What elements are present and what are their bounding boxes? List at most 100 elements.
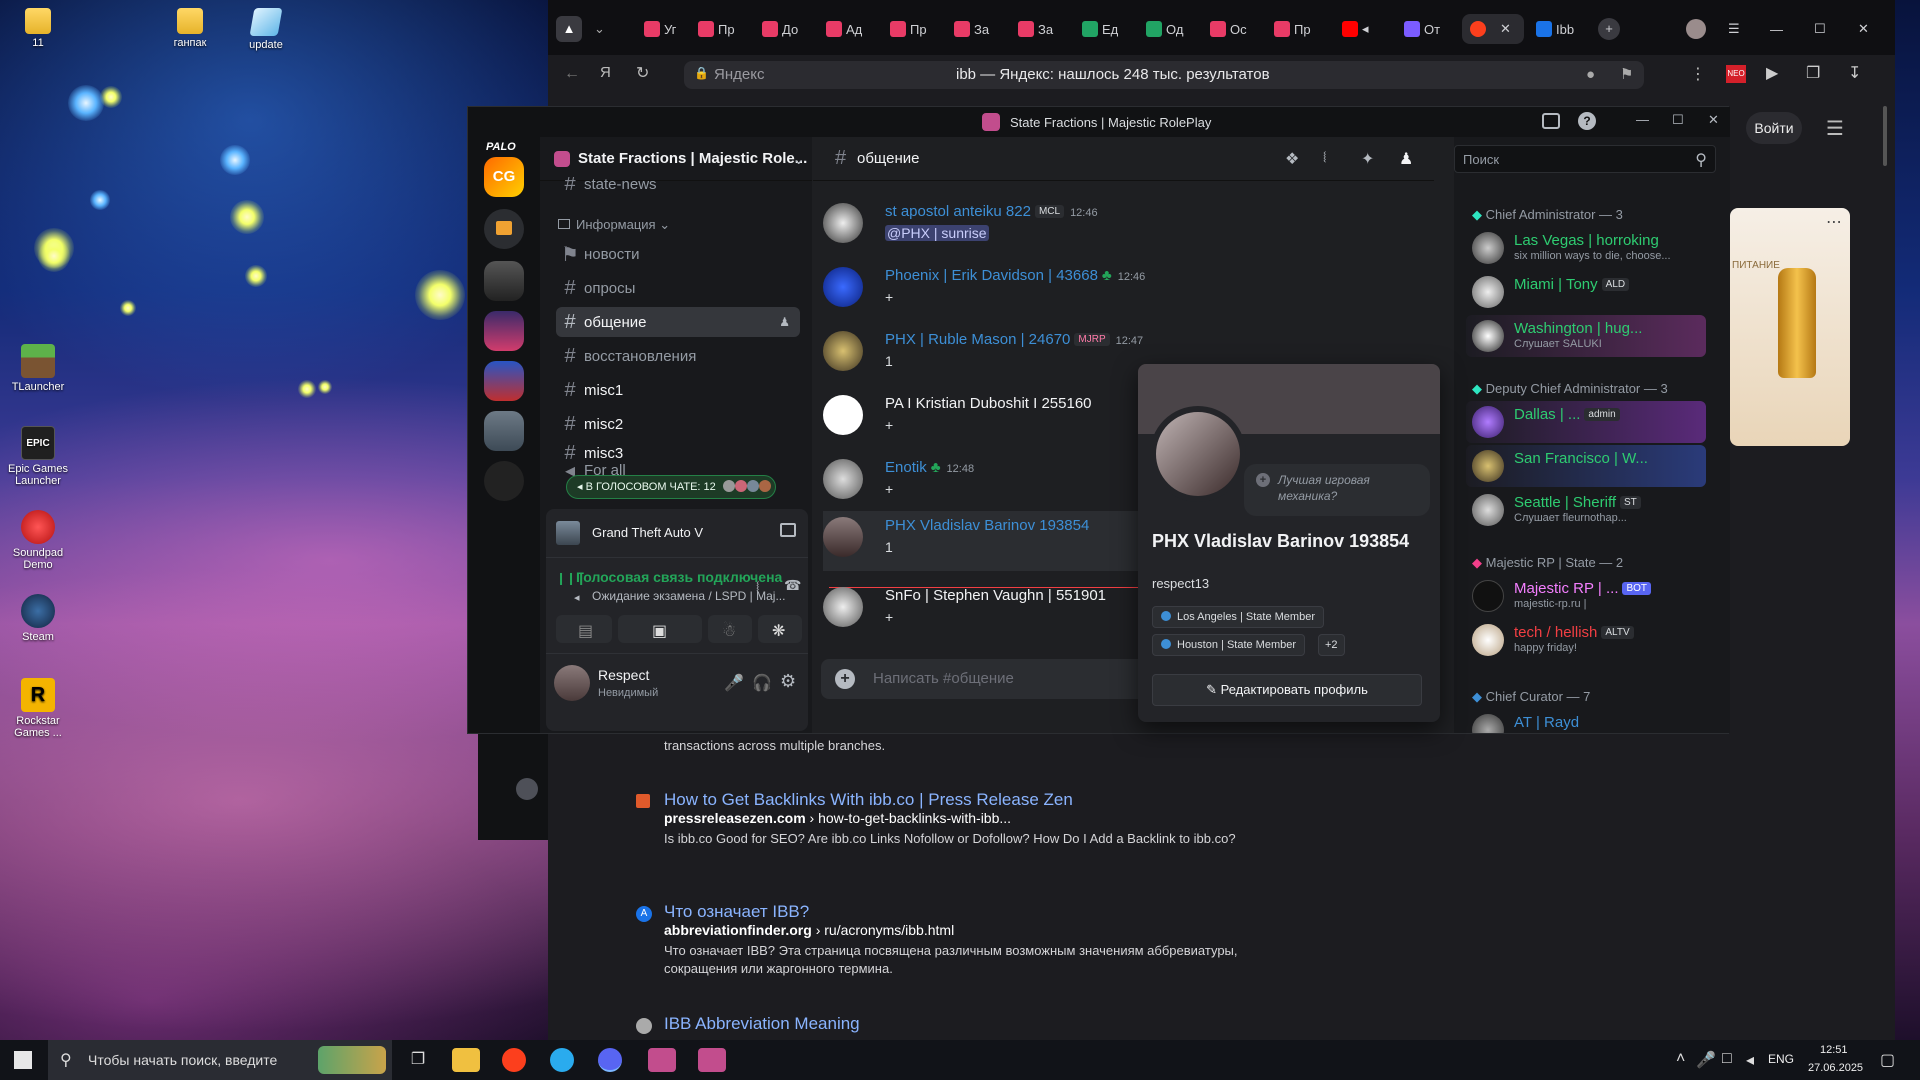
maximize-icon[interactable]: ☐ (1672, 112, 1684, 128)
notification-icon[interactable]: ▢ (1880, 1050, 1895, 1070)
bookmark-icon[interactable]: ⚑ (1620, 65, 1633, 83)
browser-tab[interactable]: Пр (890, 14, 927, 44)
search-result-title[interactable]: Что означает IBB? (664, 902, 1264, 922)
volume-icon[interactable]: ◂ (1746, 1050, 1754, 1070)
windows-start-icon[interactable] (14, 1051, 32, 1069)
browser-tab[interactable]: Уг (644, 14, 676, 44)
gear-icon[interactable]: ⚙ (780, 671, 796, 692)
channel-item[interactable]: # misc1 (556, 375, 800, 405)
member-item[interactable]: Majestic RP | ... BOT majestic-rp.ru | (1466, 575, 1706, 617)
channel-item-active[interactable]: # общение ♟ (556, 307, 800, 337)
yandex-browser-icon[interactable] (502, 1048, 526, 1072)
category-header[interactable]: Информация ⌄ (558, 217, 670, 233)
role-chip[interactable]: Los Angeles | State Member (1152, 606, 1324, 628)
message-author[interactable]: st apostol anteiku 822 (885, 203, 1031, 220)
more-icon[interactable]: ⋯ (1826, 212, 1842, 232)
soundboard-button[interactable]: ❋ (758, 615, 802, 643)
channel-item[interactable]: # опросы (556, 273, 800, 303)
more-roles-chip[interactable]: +2 (1318, 634, 1345, 656)
back-icon[interactable]: ← (564, 65, 580, 83)
app-icon[interactable] (648, 1048, 676, 1072)
desktop-icon-steam[interactable]: Steam (0, 594, 76, 643)
media-icon[interactable]: ▶ (1766, 63, 1778, 83)
server-icon[interactable]: CG (484, 157, 524, 197)
close-icon[interactable]: ✕ (1708, 112, 1719, 128)
server-header[interactable]: State Fractions | Majestic Role... ⌄ (540, 137, 812, 181)
server-icon[interactable] (484, 311, 524, 351)
message-author[interactable]: PHX Vladislav Barinov 193854 (885, 517, 1089, 534)
browser-tab[interactable]: Пр (1274, 14, 1311, 44)
download-icon[interactable]: ↧ (1848, 63, 1861, 83)
channel-item[interactable]: # восстановления (556, 341, 800, 371)
search-result-title[interactable]: How to Get Backlinks With ibb.co | Press… (664, 790, 1264, 810)
desktop-icon-tlauncher[interactable]: TLauncher (0, 344, 76, 393)
server-icon[interactable] (484, 261, 524, 301)
search-box[interactable]: Поиск ⚲ (1454, 145, 1716, 173)
microphone-icon[interactable]: 🎤 (1696, 1050, 1716, 1070)
browser-tab-youtube[interactable]: ◂ (1342, 14, 1369, 44)
inbox-icon[interactable] (1542, 113, 1560, 129)
add-attachment-icon[interactable]: + (835, 669, 855, 689)
address-bar[interactable]: 🔒 Яндекс ibb — Яндекс: нашлось 248 тыс. … (684, 61, 1644, 89)
noise-suppression-icon[interactable]: ⧙ (756, 579, 759, 597)
browser-tab-active[interactable]: ✕ (1462, 14, 1524, 44)
avatar[interactable] (554, 665, 590, 701)
add-member-icon[interactable]: ♟ (779, 315, 790, 329)
hamburger-icon[interactable]: ☰ (1826, 116, 1844, 141)
discord-icon[interactable] (598, 1048, 622, 1072)
result-host[interactable]: pressreleasezen.com (664, 810, 806, 826)
browser-tab[interactable]: От (1404, 14, 1440, 44)
members-icon[interactable]: ♟ (1399, 149, 1413, 169)
headphones-icon[interactable]: 🎧 (752, 673, 772, 693)
message-author[interactable]: PA I Kristian Duboshit I 255160 (885, 395, 1092, 412)
voice-chat-banner[interactable]: ◂ В ГОЛОСОВОМ ЧАТЕ: 12 (566, 475, 776, 499)
activities-button[interactable]: ☃ (708, 615, 752, 643)
close-window-button[interactable]: ✕ (1858, 14, 1869, 44)
message-author[interactable]: Enotik (885, 459, 927, 476)
member-item[interactable]: Dallas | ... admin (1466, 401, 1706, 443)
avatar[interactable] (823, 203, 863, 243)
voice-status[interactable]: Голосовая связь подключена (576, 569, 782, 585)
edit-profile-button[interactable]: ✎ Редактировать профиль (1152, 674, 1422, 706)
browser-tab[interactable]: Ос (1210, 14, 1247, 44)
app-icon[interactable] (698, 1048, 726, 1072)
browser-tab[interactable]: Од (1146, 14, 1183, 44)
browser-tab[interactable]: За (1018, 14, 1053, 44)
tray-chevron-icon[interactable]: ˄ (1676, 1050, 1685, 1068)
menu-button[interactable]: ☰ (1728, 14, 1740, 44)
custom-status-bubble[interactable]: + Лучшая игровая механика? (1244, 464, 1430, 516)
server-icon[interactable] (484, 361, 524, 401)
member-item[interactable]: San Francisco | W... (1466, 445, 1706, 487)
login-button[interactable]: Войти (1746, 112, 1802, 144)
channel-item[interactable]: # misc2 (556, 409, 800, 439)
channel-item[interactable]: # state-news (556, 177, 800, 191)
ad-banner[interactable]: ⋯ ПИТАНИЕ (1730, 208, 1850, 446)
desktop-icon-update[interactable]: update (228, 8, 304, 51)
browser-tab[interactable]: За (954, 14, 989, 44)
channel-item[interactable]: # misc3 (556, 443, 800, 463)
profile-avatar[interactable] (1686, 14, 1706, 44)
scrollbar-thumb[interactable] (1883, 106, 1887, 166)
taskbar-search[interactable]: ⚲ Чтобы начать поиск, введите (48, 1040, 392, 1080)
avatar[interactable] (823, 459, 863, 499)
search-result-title[interactable]: IBB Abbreviation Meaning (664, 1014, 1264, 1034)
threads-icon[interactable]: ❖ (1285, 149, 1299, 169)
minimize-button[interactable]: — (1770, 14, 1783, 44)
server-folder-icon[interactable] (484, 209, 524, 249)
more-icon[interactable]: ⋮ (1690, 64, 1706, 84)
server-icon[interactable] (484, 411, 524, 451)
audio-tab-button[interactable]: ▲ ⌄ (556, 14, 605, 44)
screen-share-button[interactable]: ▣ (618, 615, 702, 643)
browser-tab[interactable]: Ед (1082, 14, 1118, 44)
member-item[interactable]: Washington | hug... Слушает SALUKI (1466, 315, 1706, 357)
message-author[interactable]: SnFo | Stephen Vaughn | 551901 (885, 587, 1106, 604)
close-icon[interactable]: ✕ (1500, 21, 1511, 37)
mute-icon[interactable]: ⧙ (1323, 149, 1326, 167)
maximize-button[interactable]: ☐ (1814, 14, 1826, 44)
desktop-icon-11[interactable]: 11 (0, 8, 76, 49)
browser-tab[interactable]: Ibb (1536, 14, 1574, 44)
disconnect-icon[interactable]: ☎ (784, 577, 801, 594)
avatar[interactable] (823, 517, 863, 557)
avatar[interactable] (823, 587, 863, 627)
yandex-logo-icon[interactable]: Я (600, 64, 611, 81)
